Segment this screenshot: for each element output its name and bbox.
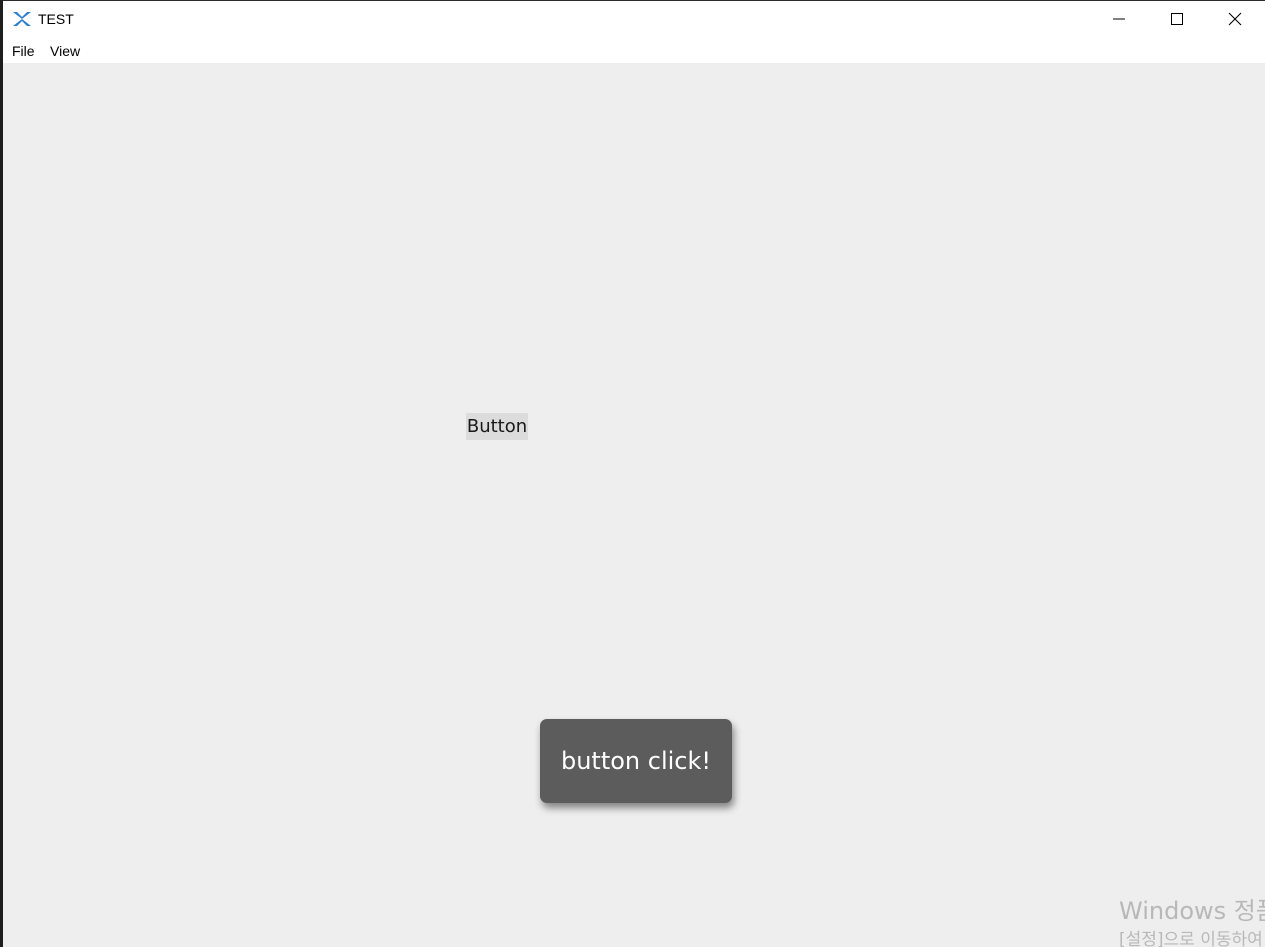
toast-message: button click! xyxy=(540,719,732,803)
title-bar[interactable]: TEST xyxy=(3,1,1265,37)
activation-watermark-title: Windows 정품 xyxy=(1119,897,1265,925)
menu-item-file[interactable]: File xyxy=(10,43,37,59)
menu-item-view[interactable]: View xyxy=(48,43,82,59)
app-logo-icon xyxy=(13,12,31,26)
minimize-icon xyxy=(1113,18,1125,20)
menu-bar: File View xyxy=(3,37,1265,63)
app-window: TEST File View Button button click! Wind… xyxy=(3,0,1265,947)
activation-watermark-subtitle: [설정]으로 이동하여 xyxy=(1119,930,1263,947)
minimize-button[interactable] xyxy=(1090,1,1148,37)
main-content: Button button click! Windows 정품 [설정]으로 이… xyxy=(3,63,1265,947)
close-button[interactable] xyxy=(1206,1,1264,37)
maximize-button[interactable] xyxy=(1148,1,1206,37)
main-button[interactable]: Button xyxy=(466,413,528,440)
close-icon xyxy=(1228,12,1242,26)
maximize-icon xyxy=(1171,13,1183,25)
window-title: TEST xyxy=(38,11,74,27)
